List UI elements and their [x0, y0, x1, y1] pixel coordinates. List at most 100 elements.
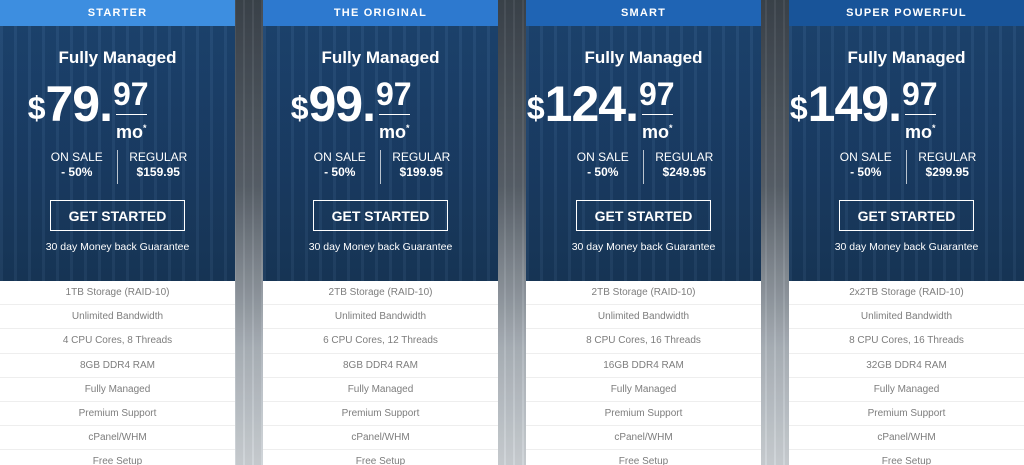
plan-price: $79. 97 mo* — [0, 76, 235, 144]
plan-feature: Unlimited Bandwidth — [526, 305, 761, 330]
plan-feature: 2TB Storage (RAID-10) — [263, 281, 498, 306]
plan-feature: 32GB DDR4 RAM — [789, 354, 1024, 378]
price-asterisk: * — [406, 123, 410, 133]
currency-symbol: $ — [526, 90, 545, 126]
sale-value: - 50% — [587, 165, 619, 179]
price-amount: $79. — [28, 76, 113, 132]
sale-label: ON SALE — [50, 150, 103, 164]
price-asterisk: * — [143, 123, 147, 133]
price-whole: 99. — [308, 76, 376, 132]
sale-info: ON SALE - 50% REGULAR $199.95 — [306, 150, 456, 184]
plan-feature: 6 CPU Cores, 12 Threads — [263, 329, 498, 354]
plan-name-header: THE ORIGINAL — [263, 0, 498, 26]
sale-label: ON SALE — [313, 150, 366, 164]
price-amount: $149. — [789, 76, 902, 132]
price-cents: 97 — [639, 76, 675, 112]
price-unit-label: mo — [905, 122, 932, 142]
plan-feature: Free Setup — [0, 450, 235, 465]
plan-subtitle: Fully Managed — [321, 48, 440, 67]
plan-feature: Free Setup — [526, 450, 761, 465]
regular-price: $249.95 — [662, 165, 706, 179]
price-whole: 124. — [544, 76, 639, 132]
plan-price: $99. 97 mo* — [263, 76, 498, 144]
plan-feature: Premium Support — [526, 402, 761, 427]
get-started-button[interactable]: GET STARTED — [313, 200, 448, 231]
plan-feature: 8 CPU Cores, 16 Threads — [526, 329, 761, 354]
sale-info: ON SALE - 50% REGULAR $249.95 — [569, 150, 719, 184]
regular-price: $299.95 — [925, 165, 969, 179]
plan-subtitle: Fully Managed — [584, 48, 703, 67]
money-back-guarantee: 30 day Money back Guarantee — [571, 241, 716, 253]
price-unit: mo* — [642, 114, 673, 141]
plan-feature: Fully Managed — [0, 378, 235, 402]
plan-feature: Unlimited Bandwidth — [789, 305, 1024, 330]
price-unit-label: mo — [116, 122, 143, 142]
plan-features-list: 2TB Storage (RAID-10) Unlimited Bandwidth… — [263, 281, 498, 465]
get-started-button[interactable]: GET STARTED — [50, 200, 185, 231]
money-back-guarantee: 30 day Money back Guarantee — [45, 241, 190, 253]
plan-hero: Fully Managed $149. 97 mo* ON SALE - 50% REGUL… — [789, 26, 1024, 281]
plan-feature: Fully Managed — [526, 378, 761, 402]
plan-feature: Premium Support — [263, 402, 498, 427]
regular-label: REGULAR — [129, 150, 188, 164]
plan-feature: 2x2TB Storage (RAID-10) — [789, 281, 1024, 306]
plan-feature: 8GB DDR4 RAM — [263, 354, 498, 378]
plan-features-list: 2TB Storage (RAID-10) Unlimited Bandwidth… — [526, 281, 761, 465]
plan-feature: 8GB DDR4 RAM — [0, 354, 235, 378]
price-unit: mo* — [116, 114, 147, 141]
plan-feature: Premium Support — [789, 402, 1024, 427]
plan-hero: Fully Managed $124. 97 mo* ON SALE - 50% REGUL… — [526, 26, 761, 281]
plan-feature: cPanel/WHM — [263, 426, 498, 451]
plan-feature: 2TB Storage (RAID-10) — [526, 281, 761, 306]
price-amount: $99. — [291, 76, 376, 132]
price-whole: 79. — [45, 76, 113, 132]
regular-block: REGULAR $199.95 — [381, 150, 456, 184]
plan-feature: Free Setup — [789, 450, 1024, 465]
plan-price: $149. 97 mo* — [789, 76, 1024, 144]
plan-feature: cPanel/WHM — [526, 426, 761, 451]
plan-feature: 1TB Storage (RAID-10) — [0, 281, 235, 306]
plan-feature: Premium Support — [0, 402, 235, 427]
regular-block: REGULAR $249.95 — [644, 150, 719, 184]
plan-card: SUPER POWERFUL Fully Managed $149. 97 mo* ON … — [789, 0, 1024, 465]
regular-block: REGULAR $299.95 — [907, 150, 982, 184]
plan-features-list: 2x2TB Storage (RAID-10) Unlimited Bandwid… — [789, 281, 1024, 465]
price-cents: 97 — [902, 76, 938, 112]
sale-info: ON SALE - 50% REGULAR $159.95 — [43, 150, 193, 184]
plan-hero: Fully Managed $99. 97 mo* ON SALE - 50% REGULA… — [263, 26, 498, 281]
plan-card: THE ORIGINAL Fully Managed $99. 97 mo* ON SAL… — [263, 0, 498, 465]
price-cents: 97 — [376, 76, 412, 112]
plan-hero: Fully Managed $79. 97 mo* ON SALE - 50% REGULA… — [0, 26, 235, 281]
plan-price: $124. 97 mo* — [526, 76, 761, 144]
sale-value: - 50% — [324, 165, 356, 179]
sale-label: ON SALE — [576, 150, 629, 164]
plan-feature: Unlimited Bandwidth — [0, 305, 235, 330]
plan-feature: Fully Managed — [789, 378, 1024, 402]
regular-price: $159.95 — [136, 165, 180, 179]
regular-label: REGULAR — [655, 150, 714, 164]
price-asterisk: * — [669, 123, 673, 133]
sale-label: ON SALE — [839, 150, 892, 164]
sale-block: ON SALE - 50% — [569, 150, 644, 184]
plan-feature: 16GB DDR4 RAM — [526, 354, 761, 378]
price-unit: mo* — [905, 114, 936, 141]
plan-features-list: 1TB Storage (RAID-10) Unlimited Bandwidth… — [0, 281, 235, 465]
price-unit-label: mo — [642, 122, 669, 142]
plan-card: STARTER Fully Managed $79. 97 mo* ON SALE - 50… — [0, 0, 235, 465]
regular-block: REGULAR $159.95 — [118, 150, 193, 184]
plan-feature: Fully Managed — [263, 378, 498, 402]
sale-block: ON SALE - 50% — [306, 150, 381, 184]
price-whole: 149. — [807, 76, 902, 132]
get-started-button[interactable]: GET STARTED — [576, 200, 711, 231]
plan-feature: Free Setup — [263, 450, 498, 465]
plan-name-header: SUPER POWERFUL — [789, 0, 1024, 26]
plan-subtitle: Fully Managed — [58, 48, 177, 67]
plan-subtitle: Fully Managed — [847, 48, 966, 67]
sale-value: - 50% — [61, 165, 93, 179]
regular-price: $199.95 — [399, 165, 443, 179]
get-started-button[interactable]: GET STARTED — [839, 200, 974, 231]
price-amount: $124. — [526, 76, 639, 132]
plan-feature: 8 CPU Cores, 16 Threads — [789, 329, 1024, 354]
plan-name-header: SMART — [526, 0, 761, 26]
currency-symbol: $ — [789, 90, 808, 126]
